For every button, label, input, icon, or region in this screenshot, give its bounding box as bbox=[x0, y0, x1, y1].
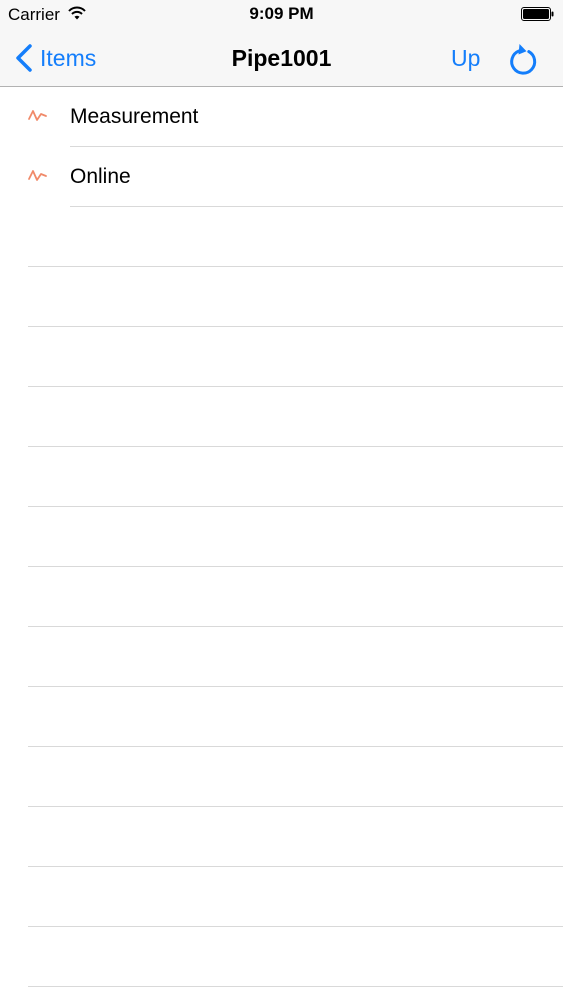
row-divider bbox=[28, 806, 563, 807]
row-divider bbox=[28, 386, 563, 387]
list-item-measurement[interactable]: Measurement bbox=[0, 87, 563, 147]
row-divider bbox=[28, 566, 563, 567]
row-divider bbox=[70, 206, 563, 207]
row-divider bbox=[28, 266, 563, 267]
status-bar: Carrier 9:09 PM bbox=[0, 0, 563, 30]
row-divider bbox=[28, 686, 563, 687]
row-divider bbox=[28, 626, 563, 627]
battery-icon bbox=[521, 7, 554, 21]
list-item-online[interactable]: Online bbox=[0, 147, 563, 207]
screen: Carrier 9:09 PM Items Pipe1001 Up Measur… bbox=[0, 0, 563, 1000]
status-time: 9:09 PM bbox=[249, 4, 314, 23]
row-divider bbox=[28, 866, 563, 867]
trend-line-icon bbox=[28, 110, 47, 121]
list-item-label: Measurement bbox=[70, 105, 199, 128]
row-divider bbox=[28, 746, 563, 747]
row-divider bbox=[28, 326, 563, 327]
row-divider bbox=[28, 446, 563, 447]
refresh-icon[interactable] bbox=[507, 40, 541, 76]
up-button[interactable]: Up bbox=[451, 40, 480, 76]
row-divider bbox=[28, 926, 563, 927]
trend-line-icon bbox=[28, 170, 47, 181]
list-item-label: Online bbox=[70, 165, 131, 188]
items-table: Measurement Online bbox=[0, 87, 563, 207]
row-divider bbox=[28, 986, 563, 987]
row-divider bbox=[28, 506, 563, 507]
navigation-bar: Items Pipe1001 Up bbox=[0, 30, 563, 87]
